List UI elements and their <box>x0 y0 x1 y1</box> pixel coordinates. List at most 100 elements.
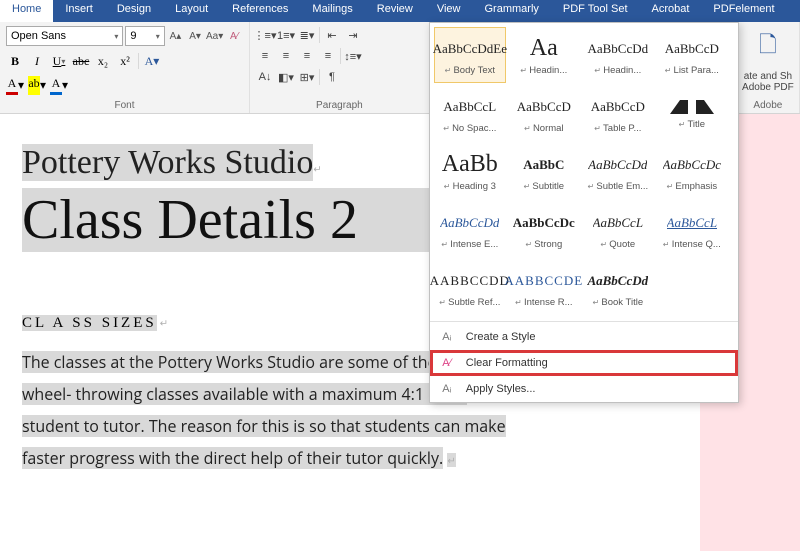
clear-formatting-icon[interactable]: A⁄ <box>225 27 243 45</box>
clear-formatting-menu[interactable]: A⁄Clear Formatting <box>430 350 738 376</box>
font-size-combo[interactable]: 9▾ <box>125 26 164 46</box>
align-right-button[interactable]: ≡ <box>298 47 316 65</box>
style-headin-[interactable]: Aa Headin... <box>508 27 580 83</box>
style-no-spac-[interactable]: AaBbCcLNo Spac... <box>434 85 506 141</box>
style-quote[interactable]: AaBbCcLQuote <box>582 201 654 257</box>
style-preview: AaBbCcDc <box>513 209 575 237</box>
style-label: Headin... <box>520 65 567 76</box>
style-body-text[interactable]: AaBbCcDdEe Body Text <box>434 27 506 83</box>
style-normal[interactable]: AaBbCcDNormal <box>508 85 580 141</box>
tab-pdfelement[interactable]: PDFelement <box>701 0 786 22</box>
bullets-button[interactable]: ⋮≡▾ <box>256 26 274 44</box>
paragraph-group: ⋮≡▾ 1≡▾ ≣▾ ⇤ ⇥ ≡ ≡ ≡ ≡ ↕≡▾ A↓ ◧▾ ⊞▾ ¶ <box>250 22 430 113</box>
style-preview: AaBbCcDd <box>587 267 648 295</box>
style-subtle-ref-[interactable]: AABBCCDDSubtle Ref... <box>434 259 506 315</box>
create-style-menu[interactable]: AᵢCreate a Style <box>430 324 738 350</box>
style-preview: AaBbCcD <box>591 93 645 121</box>
style-book-title[interactable]: AaBbCcDdBook Title <box>582 259 654 315</box>
font-group-label: Font <box>6 98 243 111</box>
paragraph-mark-icon: ↵ <box>313 165 321 176</box>
decrease-indent-button[interactable]: ⇤ <box>323 26 341 44</box>
doc-subheading[interactable]: CL A SS SIZES <box>22 315 157 331</box>
multilevel-button[interactable]: ≣▾ <box>298 26 316 44</box>
style-label: No Spac... <box>443 123 496 134</box>
style-emphasis[interactable]: AaBbCcDcEmphasis <box>656 143 728 199</box>
tab-insert[interactable]: Insert <box>53 0 105 22</box>
italic-button[interactable]: I <box>28 52 46 70</box>
style-preview: AaBbCcD <box>665 35 719 63</box>
align-center-button[interactable]: ≡ <box>277 47 295 65</box>
style-label: Table P... <box>594 123 641 134</box>
style-list-para-[interactable]: AaBbCcD List Para... <box>656 27 728 83</box>
numbering-button[interactable]: 1≡▾ <box>277 26 295 44</box>
tab-mailings[interactable]: Mailings <box>300 0 364 22</box>
superscript-button[interactable]: x² <box>116 52 134 70</box>
style-preview: AaBbC <box>523 151 564 179</box>
sort-button[interactable]: A↓ <box>256 68 274 86</box>
tab-references[interactable]: References <box>220 0 300 22</box>
adobe-group-label: Adobe <box>753 98 782 111</box>
highlight-button[interactable]: ab▾ <box>28 76 46 94</box>
create-style-icon: Aᵢ <box>438 329 456 345</box>
style-intense-e-[interactable]: AaBbCcDdIntense E... <box>434 201 506 257</box>
paragraph-group-label: Paragraph <box>256 98 423 111</box>
borders-button[interactable]: ⊞▾ <box>298 68 316 86</box>
doc-heading[interactable]: Class Details 2 <box>22 188 432 252</box>
justify-button[interactable]: ≡ <box>319 47 337 65</box>
underline-button[interactable]: U▾ <box>50 52 68 70</box>
style-title[interactable]: Title <box>656 85 728 141</box>
shading-button[interactable]: ◧▾ <box>277 68 295 86</box>
style-preview: AaBbCcDc <box>663 151 721 179</box>
style-subtitle[interactable]: AaBbCSubtitle <box>508 143 580 199</box>
line-spacing-button[interactable]: ↕≡▾ <box>344 47 362 65</box>
style-preview: AaBbCcD <box>517 93 571 121</box>
style-intense-r-[interactable]: AABBCCDEIntense R... <box>508 259 580 315</box>
tab-design[interactable]: Design <box>105 0 163 22</box>
tab-pdf-tool-set[interactable]: PDF Tool Set <box>551 0 640 22</box>
strike-button[interactable]: abc <box>72 52 90 70</box>
style-subtle-em-[interactable]: AaBbCcDd Subtle Em... <box>582 143 654 199</box>
style-label: Body Text <box>445 65 495 76</box>
apply-styles-menu[interactable]: AᵢApply Styles... <box>430 376 738 402</box>
style-heading-3[interactable]: AaBbHeading 3 <box>434 143 506 199</box>
font-color2-button[interactable]: A▾ <box>50 76 68 94</box>
tab-review[interactable]: Review <box>365 0 425 22</box>
style-label: Intense R... <box>515 297 573 308</box>
font-name-combo[interactable]: Open Sans▾ <box>6 26 123 46</box>
style-label: Subtle Ref... <box>439 297 500 308</box>
style-label: Subtle Em... <box>587 181 648 192</box>
style-label: Heading 3 <box>444 181 496 192</box>
chevron-down-icon: ▾ <box>156 32 160 41</box>
adobe-pdf-icon[interactable]: 🗋 <box>759 28 777 66</box>
adobe-group: 🗋 ate and ShAdobe PDF Adobe <box>737 22 800 113</box>
tab-home[interactable]: Home <box>0 0 53 22</box>
style-strong[interactable]: AaBbCcDc Strong <box>508 201 580 257</box>
tab-view[interactable]: View <box>425 0 473 22</box>
style-preview: AaBbCcDd <box>587 35 648 63</box>
apply-styles-icon: Aᵢ <box>438 381 456 397</box>
subscript-button[interactable]: x₂ <box>94 52 112 70</box>
style-intense-q-[interactable]: AaBbCcLIntense Q... <box>656 201 728 257</box>
tab-acrobat[interactable]: Acrobat <box>640 0 702 22</box>
style-label: Strong <box>525 239 562 250</box>
show-marks-button[interactable]: ¶ <box>323 68 341 86</box>
tab-grammarly[interactable]: Grammarly <box>473 0 551 22</box>
shrink-font-button[interactable]: A▾ <box>186 27 204 45</box>
tab-layout[interactable]: Layout <box>163 0 220 22</box>
style-label: List Para... <box>665 65 719 76</box>
text-effects-button[interactable]: A▾ <box>143 52 161 70</box>
font-color-button[interactable]: A▾ <box>6 76 24 94</box>
increase-indent-button[interactable]: ⇥ <box>344 26 362 44</box>
style-table-p-[interactable]: AaBbCcD Table P... <box>582 85 654 141</box>
grow-font-button[interactable]: A▴ <box>167 27 185 45</box>
change-case-button[interactable]: Aa▾ <box>206 27 224 45</box>
styles-group: AaBbCcDdEe Body Text Aa Headin... AaBbCcDdHe… <box>430 22 737 113</box>
bold-button[interactable]: B <box>6 52 24 70</box>
style-preview: AaBbCcDdEe <box>433 35 507 63</box>
style-preview: AaBbCcDd <box>588 151 647 179</box>
doc-title[interactable]: Pottery Works Studio <box>22 144 313 181</box>
align-left-button[interactable]: ≡ <box>256 47 274 65</box>
style-headin-[interactable]: AaBbCcDdHeadin... <box>582 27 654 83</box>
style-preview: Aa <box>530 35 558 63</box>
adobe-label-2: Adobe PDF <box>742 82 794 93</box>
